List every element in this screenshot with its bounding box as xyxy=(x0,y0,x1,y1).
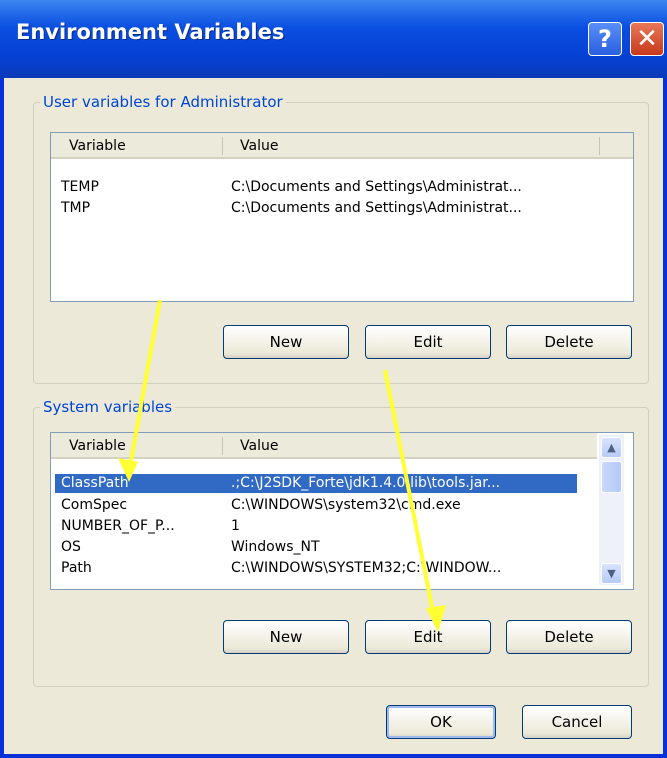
title-bar[interactable]: Environment Variables ? ✕ xyxy=(0,0,667,78)
list-item[interactable]: ComSpec C:\WINDOWS\system32\cmd.exe xyxy=(51,496,597,515)
list-item[interactable]: ClassPath .;C:\J2SDK_Forte\jdk1.4.0\lib\… xyxy=(55,474,577,493)
window-border-bottom xyxy=(0,754,667,758)
variable-value: .;C:\J2SDK_Forte\jdk1.4.0\lib\tools.jar.… xyxy=(231,475,501,491)
system-new-button[interactable]: New xyxy=(223,620,349,654)
list-item[interactable]: TEMP C:\Documents and Settings\Administr… xyxy=(51,178,633,197)
column-separator[interactable] xyxy=(599,137,600,155)
variable-value: Windows_NT xyxy=(231,539,320,555)
column-separator[interactable] xyxy=(222,137,223,155)
column-header-value[interactable]: Value xyxy=(240,138,278,154)
window-border-right xyxy=(663,78,667,758)
list-item[interactable]: NUMBER_OF_P... 1 xyxy=(51,517,597,536)
variable-name: NUMBER_OF_P... xyxy=(61,518,175,534)
variable-value: C:\WINDOWS\system32\cmd.exe xyxy=(231,497,461,513)
scroll-thumb[interactable] xyxy=(601,461,622,493)
system-variables-list[interactable]: Variable Value ClassPath .;C:\J2SDK_Fort… xyxy=(50,432,634,590)
variable-value: C:\Documents and Settings\Administrat... xyxy=(231,179,522,195)
ok-button[interactable]: OK xyxy=(386,705,496,739)
user-edit-button[interactable]: Edit xyxy=(365,325,491,359)
user-new-button[interactable]: New xyxy=(223,325,349,359)
variable-name: OS xyxy=(61,539,81,555)
help-button[interactable]: ? xyxy=(588,22,622,56)
column-header-variable[interactable]: Variable xyxy=(69,138,126,154)
help-icon: ? xyxy=(598,25,612,53)
list-item[interactable]: TMP C:\Documents and Settings\Administra… xyxy=(51,199,633,218)
chevron-down-icon: ▼ xyxy=(607,567,616,580)
chevron-up-icon: ▲ xyxy=(607,441,616,454)
user-delete-button[interactable]: Delete xyxy=(506,325,632,359)
cancel-button[interactable]: Cancel xyxy=(522,705,632,739)
column-header-variable[interactable]: Variable xyxy=(69,438,126,454)
window-border-left xyxy=(0,78,4,758)
user-variables-list[interactable]: Variable Value TEMP C:\Documents and Set… xyxy=(50,132,634,302)
scroll-up-button[interactable]: ▲ xyxy=(601,437,622,458)
variable-value: C:\Documents and Settings\Administrat... xyxy=(231,200,522,216)
user-variables-legend: User variables for Administrator xyxy=(43,93,283,111)
close-icon: ✕ xyxy=(636,24,658,54)
vertical-scrollbar[interactable]: ▲ ▼ xyxy=(599,435,624,585)
system-delete-button[interactable]: Delete xyxy=(506,620,632,654)
variable-value: C:\WINDOWS\SYSTEM32;C:\WINDOW... xyxy=(231,560,502,576)
list-item[interactable]: Path C:\WINDOWS\SYSTEM32;C:\WINDOW... xyxy=(51,559,597,578)
list-item[interactable]: OS Windows_NT xyxy=(51,538,597,557)
variable-name: TMP xyxy=(61,200,91,216)
variable-value: 1 xyxy=(231,518,240,534)
column-separator[interactable] xyxy=(222,437,223,455)
column-header-value[interactable]: Value xyxy=(240,438,278,454)
system-variables-legend: System variables xyxy=(43,398,173,416)
list-header: Variable Value xyxy=(51,133,633,159)
system-edit-button[interactable]: Edit xyxy=(365,620,491,654)
environment-variables-dialog: Environment Variables ? ✕ User variables… xyxy=(0,0,667,758)
window-title: Environment Variables xyxy=(16,20,285,44)
variable-name: ClassPath xyxy=(61,475,129,491)
scroll-down-button[interactable]: ▼ xyxy=(601,563,622,584)
variable-name: ComSpec xyxy=(61,497,128,513)
close-button[interactable]: ✕ xyxy=(630,22,664,56)
list-header: Variable Value xyxy=(51,433,597,459)
variable-name: Path xyxy=(61,560,92,576)
variable-name: TEMP xyxy=(61,179,99,195)
